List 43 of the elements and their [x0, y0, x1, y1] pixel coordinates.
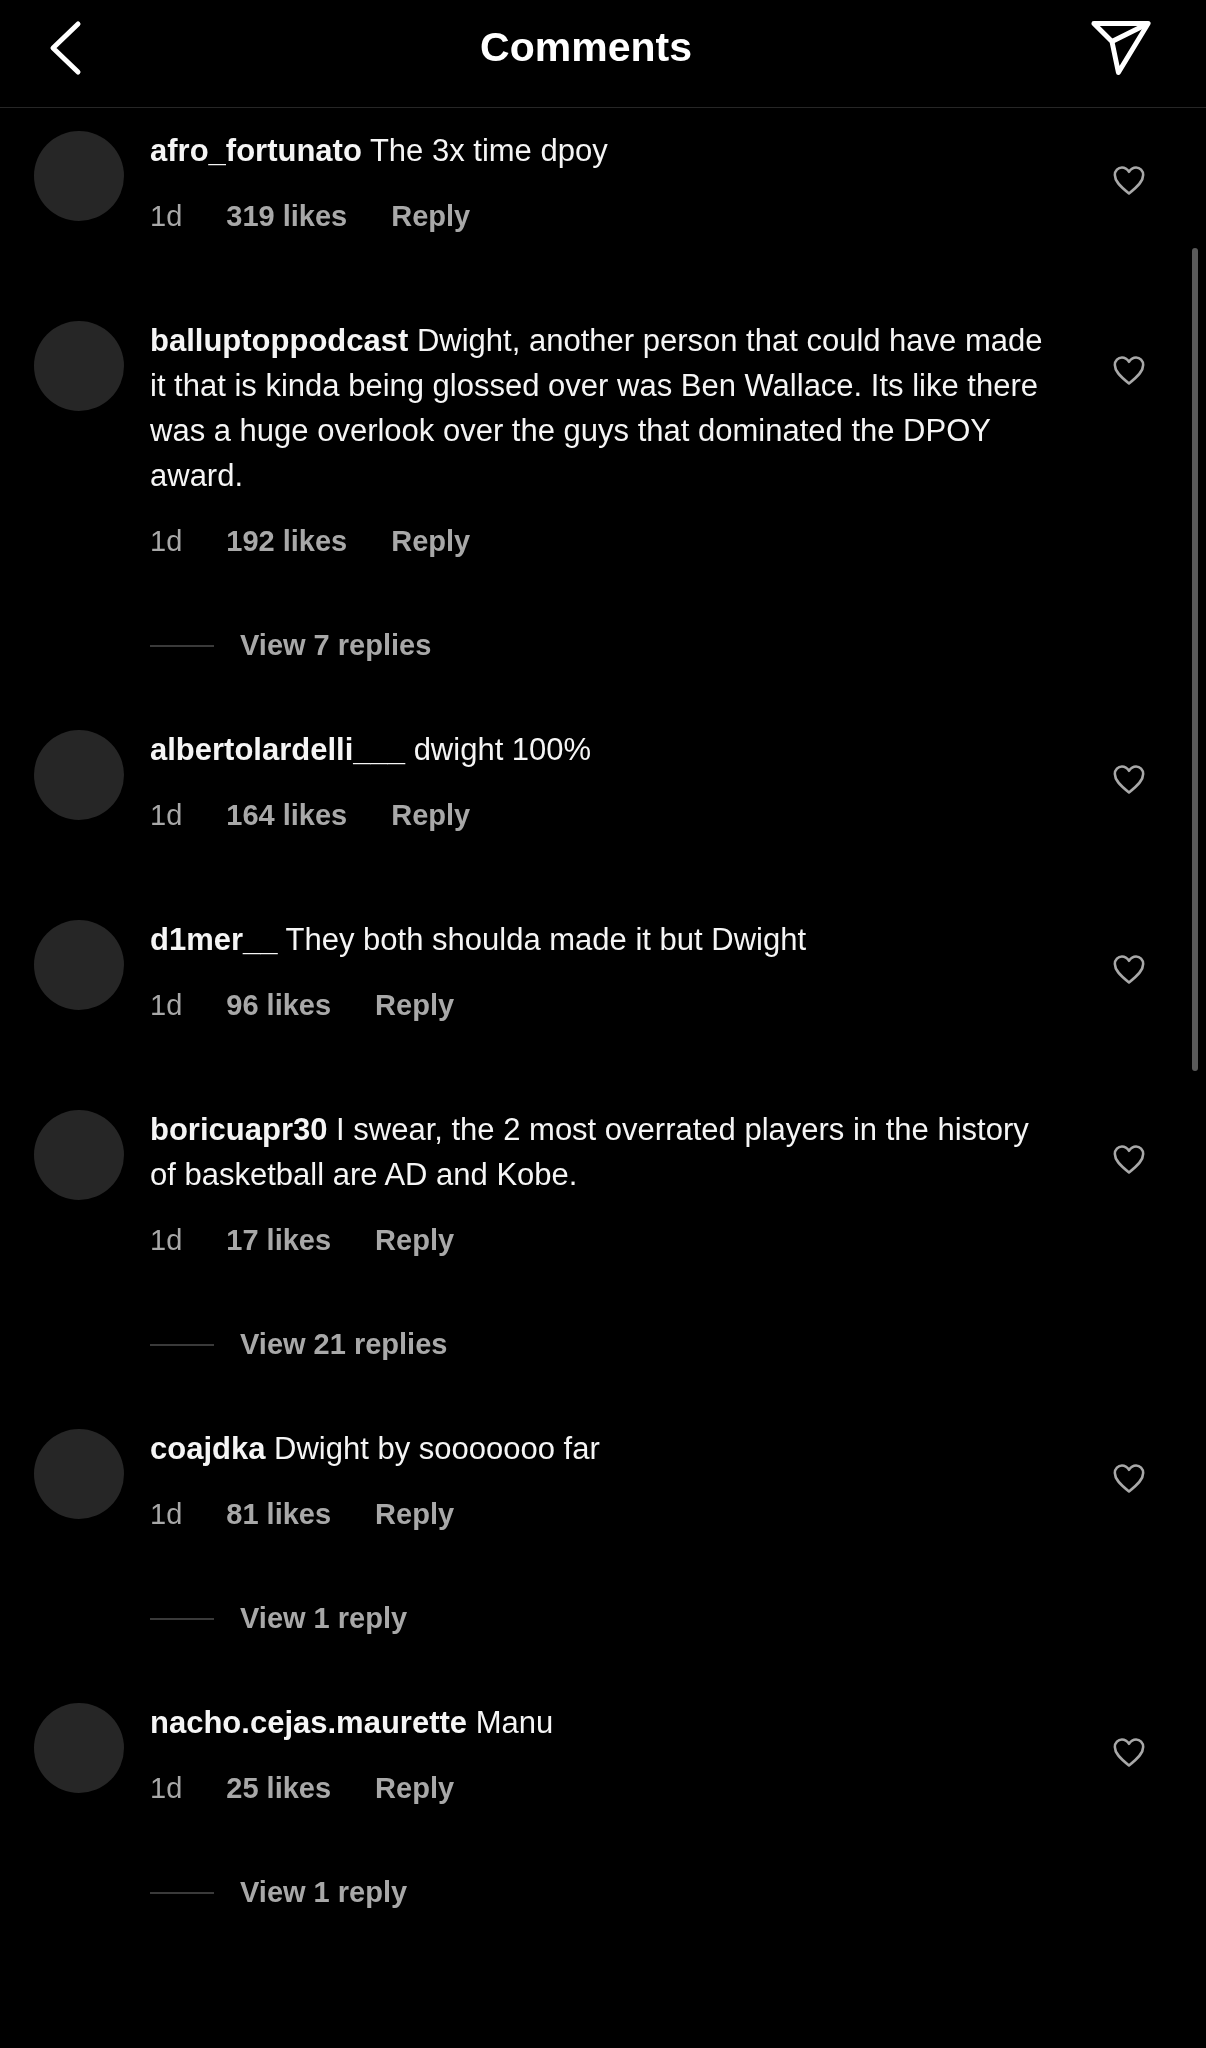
- comment-time: 1d: [150, 1770, 183, 1806]
- scrollbar[interactable]: [1192, 248, 1198, 1071]
- comment-time: 1d: [150, 987, 183, 1023]
- likes-count[interactable]: 192 likes: [226, 519, 348, 564]
- view-replies-link[interactable]: View 7 replies: [240, 623, 432, 668]
- reply-link[interactable]: Reply: [391, 519, 471, 564]
- comment-time: 1d: [150, 797, 183, 833]
- view-replies-link[interactable]: View 1 reply: [240, 1870, 408, 1915]
- heart-icon[interactable]: [1112, 1143, 1146, 1175]
- heart-icon[interactable]: [1112, 164, 1146, 196]
- send-icon[interactable]: [1090, 18, 1152, 77]
- view-replies-link[interactable]: View 1 reply: [240, 1596, 408, 1641]
- comment-time: 1d: [150, 523, 183, 559]
- heart-icon[interactable]: [1112, 1736, 1146, 1768]
- heart-icon[interactable]: [1112, 953, 1146, 985]
- comment-time: 1d: [150, 1222, 183, 1258]
- comment-time: 1d: [150, 198, 183, 234]
- reply-link[interactable]: Reply: [391, 793, 471, 838]
- likes-count[interactable]: 25 likes: [226, 1766, 332, 1811]
- comment-text: d1mer__ They both shoulda made it but Dwight: [150, 921, 807, 959]
- likes-count[interactable]: 164 likes: [226, 793, 348, 838]
- likes-count[interactable]: 17 likes: [226, 1218, 332, 1263]
- reply-link[interactable]: Reply: [375, 1766, 455, 1811]
- comment-text: albertolardelli___ dwight 100%: [150, 731, 593, 769]
- likes-count[interactable]: 96 likes: [226, 983, 332, 1028]
- comment-text: balluptoppodcast Dwight, another person that could have made it that is kinda being glossed over was Ben Wallace. Its like there was a huge overlook over the guys that dominated the DPOY award.: [150, 322, 1044, 495]
- heart-icon[interactable]: [1112, 354, 1146, 386]
- likes-count[interactable]: 81 likes: [226, 1492, 332, 1537]
- view-replies-link[interactable]: View 21 replies: [240, 1322, 448, 1367]
- likes-count[interactable]: 319 likes: [226, 194, 348, 239]
- heart-icon[interactable]: [1112, 1462, 1146, 1494]
- reply-link[interactable]: Reply: [375, 1218, 455, 1263]
- heart-icon[interactable]: [1112, 763, 1146, 795]
- reply-link[interactable]: Reply: [375, 1492, 455, 1537]
- reply-link[interactable]: Reply: [391, 194, 471, 239]
- page-title: Comments: [480, 22, 692, 72]
- comment-text: afro_fortunato The 3x time dpoy: [150, 132, 609, 170]
- comment-time: 1d: [150, 1496, 183, 1532]
- comment-text: boricuapr30 I swear, the 2 most overrated players in the history of basketball are AD and Kobe.: [150, 1111, 1030, 1194]
- back-icon[interactable]: [48, 19, 82, 76]
- comment-text: coajdka Dwight by sooooooo far: [150, 1430, 601, 1468]
- reply-link[interactable]: Reply: [375, 983, 455, 1028]
- comment-text: nacho.cejas.maurette Manu: [150, 1704, 555, 1742]
